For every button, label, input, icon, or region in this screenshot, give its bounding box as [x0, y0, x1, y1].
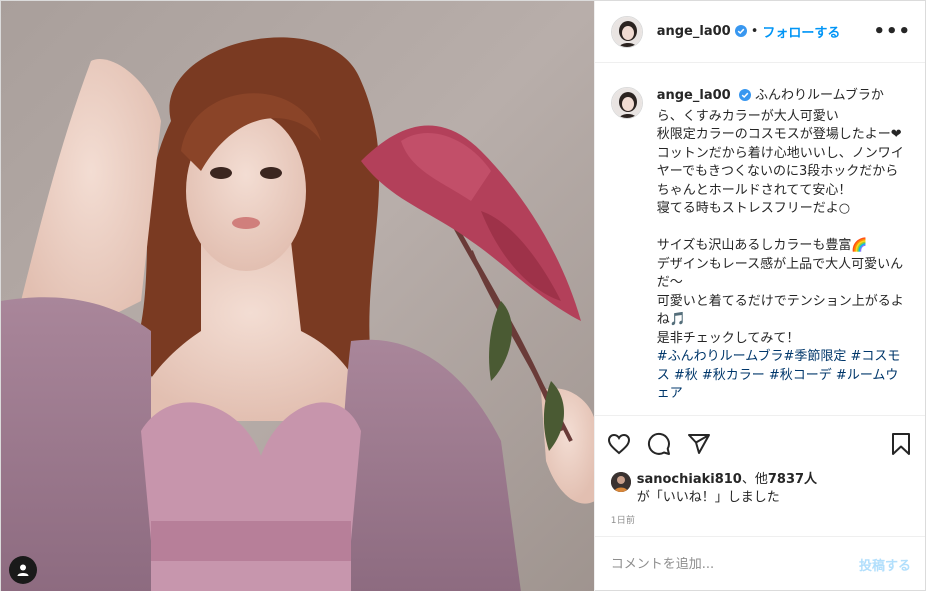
post-header: ange_la00 • フォローする ••• [594, 1, 925, 63]
avatar-image [610, 472, 631, 492]
action-bar [594, 415, 925, 471]
person-icon [17, 564, 29, 576]
post-photo[interactable] [1, 1, 594, 591]
post-sidebar: ange_la00 • フォローする ••• ange_la00 ふんわりルーム… [593, 1, 925, 591]
comment-icon [647, 432, 670, 455]
avatar[interactable] [610, 15, 643, 48]
follow-button[interactable]: フォローする [762, 22, 840, 41]
verified-badge-icon [738, 89, 751, 108]
instagram-post: ange_la00 • フォローする ••• ange_la00 ふんわりルーム… [0, 0, 926, 591]
header-username[interactable]: ange_la00 [657, 24, 731, 39]
avatar-image [611, 88, 642, 118]
caption-username[interactable]: ange_la00 [657, 88, 731, 103]
post-comment-button[interactable]: 投稿する [859, 555, 911, 574]
header-separator: • [750, 24, 759, 39]
caption-text: ange_la00 ふんわりルームブラから、くすみカラーが大人可愛い 秋限定カラ… [657, 87, 907, 404]
caption-avatar[interactable] [610, 87, 643, 119]
save-button[interactable] [873, 424, 913, 464]
like-button[interactable] [607, 424, 647, 464]
more-options-button[interactable]: ••• [873, 21, 911, 42]
share-button[interactable] [687, 424, 727, 464]
avatar-image [611, 16, 642, 47]
comment-input[interactable] [610, 557, 859, 572]
share-icon [687, 433, 710, 454]
likes-line2: が「いいね！」しました [636, 490, 780, 505]
likes-count[interactable]: 7837人 [768, 472, 817, 487]
heart-icon [607, 433, 630, 454]
bookmark-icon [892, 432, 910, 455]
liker-avatar[interactable] [610, 472, 631, 492]
verified-badge-icon [734, 22, 747, 41]
post-timestamp[interactable]: 1日前 [595, 507, 925, 536]
likes-summary: sanochiaki810、他7837人 が「いいね！」しました [595, 471, 925, 507]
liker-username[interactable]: sanochiaki810 [637, 472, 742, 487]
caption-body: ふんわりルームブラから、くすみカラーが大人可愛い 秋限定カラーのコスモスが登場し… [656, 88, 904, 346]
comment-button[interactable] [647, 424, 687, 464]
user-tag-icon[interactable] [9, 556, 37, 584]
caption-hashtags[interactable]: #ふんわりルームブラ#季節限定 #コスモス #秋 #秋カラー #秋コーデ #ルー… [657, 349, 901, 401]
likes-suffix: 、他 [741, 472, 768, 487]
caption-area: ange_la00 ふんわりルームブラから、くすみカラーが大人可愛い 秋限定カラ… [595, 63, 925, 415]
likes-text: sanochiaki810、他7837人 が「いいね！」しました [637, 471, 817, 507]
comment-box: 投稿する [594, 536, 925, 591]
caption: ange_la00 ふんわりルームブラから、くすみカラーが大人可愛い 秋限定カラ… [610, 87, 909, 404]
post-image [1, 1, 594, 591]
